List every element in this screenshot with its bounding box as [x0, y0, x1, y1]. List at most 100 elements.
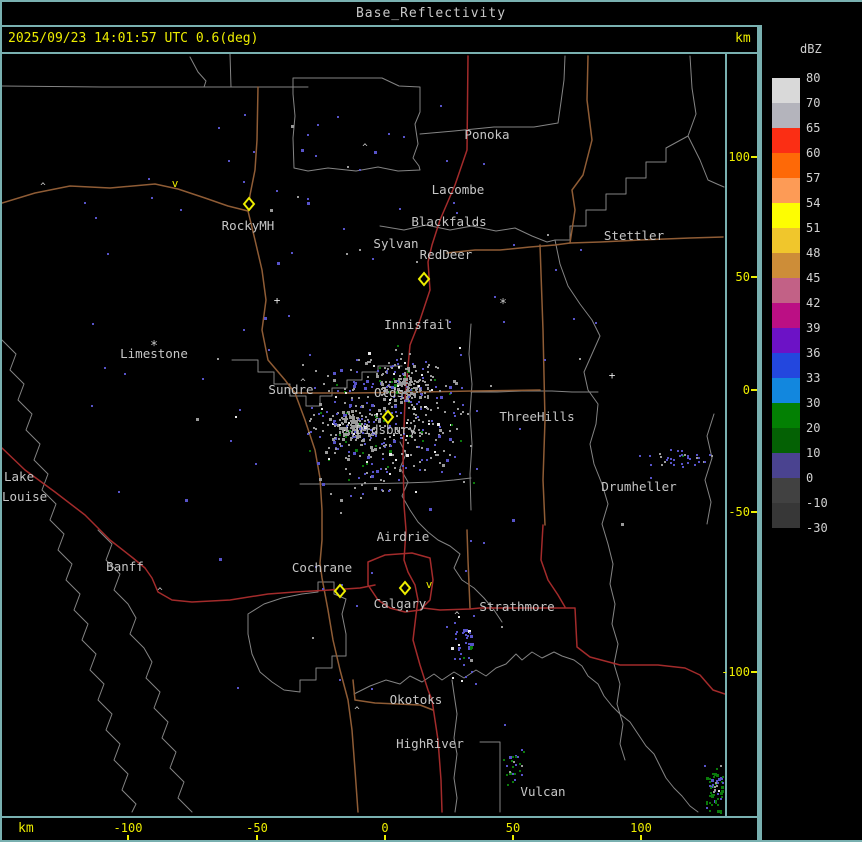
- info-bar: 2025/09/23 14:01:57 UTC 0.6(deg) km: [0, 27, 862, 52]
- radar-echo-pixel: [345, 414, 347, 416]
- radar-echo-pixel: [483, 542, 485, 544]
- radar-echo-pixel: [409, 353, 411, 355]
- radar-echo-pixel: [415, 417, 417, 419]
- county-boundary-line: [2, 85, 309, 88]
- radar-echo-pixel: [371, 404, 374, 407]
- radar-echo-pixel: [418, 429, 420, 431]
- county-boundary-line: [554, 135, 689, 241]
- radar-echo-pixel: [677, 450, 679, 452]
- radar-echo-pixel: [713, 794, 715, 796]
- radar-echo-pixel: [311, 407, 313, 409]
- radar-echo-pixel: [449, 454, 451, 456]
- radar-echo-pixel: [339, 424, 341, 426]
- city-label-lacombe: Lacombe: [432, 182, 485, 197]
- radar-echo-pixel: [345, 457, 347, 459]
- radar-echo-pixel: [421, 374, 423, 376]
- radar-echo-pixel: [357, 417, 359, 419]
- radar-echo-pixel: [379, 380, 381, 382]
- radar-echo-pixel: [406, 382, 408, 384]
- radar-echo-pixel: [521, 749, 523, 751]
- radar-echo-pixel: [681, 454, 683, 456]
- radar-echo-pixel: [544, 359, 546, 361]
- radar-echo-pixel: [367, 396, 369, 398]
- city-label-calgary: Calgary: [374, 596, 427, 611]
- radar-echo-pixel: [302, 364, 304, 366]
- radar-echo-pixel: [391, 406, 393, 408]
- radar-echo-pixel: [389, 450, 392, 453]
- radar-echo-pixel: [355, 410, 357, 412]
- radar-echo-pixel: [424, 469, 426, 471]
- radar-echo-pixel: [196, 418, 199, 421]
- secondary-highway-line: [569, 55, 593, 244]
- radar-echo-pixel: [462, 632, 464, 634]
- radar-echo-pixel: [327, 375, 329, 377]
- radar-echo-pixel: [347, 166, 349, 168]
- radar-echo-pixel: [352, 389, 354, 391]
- radar-echo-pixel: [521, 765, 523, 767]
- county-boundary-line: [468, 323, 473, 511]
- radar-echo-pixel: [523, 751, 525, 753]
- radar-echo-pixel: [339, 428, 341, 430]
- radar-echo-pixel: [343, 228, 345, 230]
- city-label-sylvan: Sylvan: [373, 236, 418, 251]
- radar-echo-pixel: [470, 659, 473, 662]
- radar-echo-pixel: [350, 427, 352, 429]
- radar-echo-pixel: [503, 759, 505, 761]
- city-label-airdrie: Airdrie: [377, 529, 430, 544]
- radar-echo-pixel: [687, 455, 689, 457]
- radar-echo-pixel: [338, 438, 340, 440]
- radar-echo-pixel: [409, 383, 411, 385]
- radar-echo-pixel: [473, 482, 475, 484]
- radar-echo-pixel: [270, 209, 273, 212]
- radar-echo-pixel: [317, 124, 319, 126]
- radar-echo-pixel: [347, 430, 349, 432]
- radar-echo-pixel: [450, 392, 452, 394]
- radar-site-marker-icon: [242, 196, 256, 212]
- radar-echo-pixel: [374, 448, 377, 451]
- radar-echo-pixel: [408, 400, 410, 402]
- radar-echo-pixel: [328, 458, 330, 460]
- radar-echo-pixel: [307, 198, 309, 200]
- radar-echo-pixel: [350, 369, 352, 371]
- radar-echo-pixel: [337, 390, 339, 392]
- radar-echo-pixel: [404, 450, 406, 452]
- radar-echo-pixel: [323, 383, 325, 385]
- radar-echo-pixel: [332, 415, 334, 417]
- radar-map-canvas[interactable]: vv**++^^^^^^PonokaLacombeBlackfaldsSylva…: [2, 54, 725, 816]
- radar-echo-pixel: [322, 415, 324, 417]
- radar-echo-pixel: [346, 253, 348, 255]
- radar-echo-pixel: [218, 127, 220, 129]
- radar-echo-pixel: [681, 450, 683, 452]
- radar-echo-pixel: [451, 424, 453, 426]
- radar-echo-pixel: [268, 349, 270, 351]
- panel-divider: [757, 27, 762, 840]
- radar-echo-pixel: [621, 523, 624, 526]
- scale-band-65: [772, 128, 800, 153]
- radar-echo-pixel: [352, 435, 354, 437]
- radar-echo-pixel: [344, 402, 346, 404]
- radar-echo-pixel: [389, 473, 391, 475]
- radar-echo-pixel: [347, 458, 350, 461]
- radar-echo-pixel: [454, 622, 456, 624]
- radar-echo-pixel: [442, 432, 444, 434]
- radar-echo-pixel: [377, 370, 379, 372]
- radar-echo-pixel: [371, 414, 373, 416]
- radar-echo-pixel: [382, 373, 384, 375]
- radar-echo-pixel: [512, 756, 514, 758]
- radar-echo-pixel: [432, 376, 434, 378]
- radar-echo-pixel: [422, 421, 424, 423]
- radar-echo-pixel: [388, 362, 390, 364]
- radar-echo-pixel: [461, 680, 463, 682]
- radar-echo-pixel: [392, 454, 394, 456]
- scale-band-70: [772, 103, 800, 128]
- radar-echo-pixel: [443, 450, 445, 452]
- radar-echo-pixel: [451, 647, 454, 650]
- radar-echo-pixel: [476, 410, 478, 412]
- radar-echo-pixel: [334, 420, 336, 422]
- scale-band-57: [772, 178, 800, 203]
- radar-echo-pixel: [419, 432, 421, 434]
- city-label-rockymh: RockyMH: [222, 218, 275, 233]
- radar-map-area[interactable]: v v * * + + ^ ^ ^ ^ ^ ^ Ponoka Lacombe Blackfalds Sylva…: [0, 54, 727, 816]
- radar-echo-pixel: [468, 643, 470, 645]
- radar-echo-pixel: [349, 430, 351, 432]
